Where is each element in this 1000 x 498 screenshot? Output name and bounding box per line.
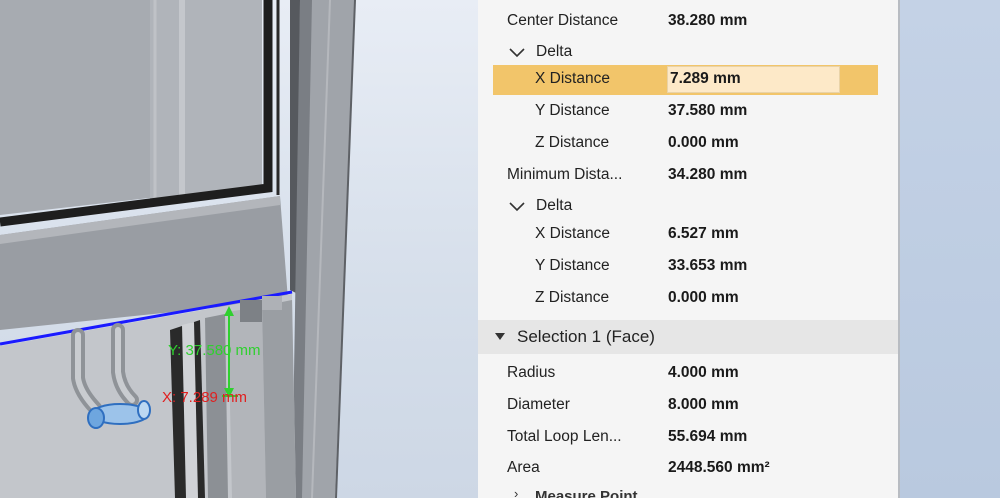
z-distance-row[interactable]: Z Distance 0.000 mm xyxy=(478,127,898,159)
y-distance-row[interactable]: Y Distance 33.653 mm xyxy=(478,250,898,282)
diameter-value: 8.000 mm xyxy=(668,396,739,413)
chevron-down-icon[interactable] xyxy=(509,48,525,58)
delta-label: Delta xyxy=(536,197,573,214)
x-distance-value: 6.527 mm xyxy=(668,225,739,242)
total-loop-length-label: Total Loop Len... xyxy=(507,428,622,445)
minimum-distance-row[interactable]: Minimum Dista... 34.280 mm xyxy=(478,159,898,191)
y-distance-value: 37.580 mm xyxy=(668,102,748,119)
z-distance-value: 0.000 mm xyxy=(668,134,739,151)
radius-value: 4.000 mm xyxy=(668,364,739,381)
x-distance-label: X Distance xyxy=(535,225,610,242)
diameter-row[interactable]: Diameter 8.000 mm xyxy=(478,389,898,421)
center-distance-label: Center Distance xyxy=(507,12,619,29)
chevron-right-icon[interactable]: › xyxy=(514,486,518,498)
z-distance-row[interactable]: Z Distance 0.000 mm xyxy=(478,282,898,314)
selection-section-header[interactable]: Selection 1 (Face) xyxy=(478,320,898,354)
minimum-distance-value: 34.280 mm xyxy=(668,166,748,183)
x-distance-value[interactable]: 7.289 mm xyxy=(670,70,741,88)
x-distance-label: X Distance xyxy=(535,70,610,87)
y-distance-label: Y Distance xyxy=(535,257,610,274)
delta-label: Delta xyxy=(536,43,573,60)
measure-point-row[interactable]: › Measure Point xyxy=(478,482,898,498)
x-distance-row-selected[interactable]: X Distance 7.289 mm xyxy=(478,63,898,95)
chevron-down-icon[interactable] xyxy=(509,202,525,212)
panel-divider xyxy=(898,0,900,498)
minimum-distance-label: Minimum Dista... xyxy=(507,166,623,183)
collapse-triangle-icon[interactable] xyxy=(495,333,505,340)
y-distance-value: 33.653 mm xyxy=(668,257,748,274)
total-loop-length-row[interactable]: Total Loop Len... 55.694 mm xyxy=(478,421,898,453)
z-distance-value: 0.000 mm xyxy=(668,289,739,306)
x-distance-row[interactable]: X Distance 6.527 mm xyxy=(478,218,898,250)
measure-properties-panel: Center Distance 38.280 mm Delta X Distan… xyxy=(478,0,898,498)
measure-point-label: Measure Point xyxy=(535,488,638,498)
center-distance-value: 38.280 mm xyxy=(668,12,748,29)
total-loop-length-value: 55.694 mm xyxy=(668,428,748,445)
area-value: 2448.560 mm² xyxy=(668,459,770,476)
z-distance-label: Z Distance xyxy=(535,134,610,151)
y-distance-label: Y Distance xyxy=(535,102,610,119)
radius-row[interactable]: Radius 4.000 mm xyxy=(478,357,898,389)
area-label: Area xyxy=(507,459,540,476)
diameter-label: Diameter xyxy=(507,396,570,413)
radius-label: Radius xyxy=(507,364,556,381)
model-render[interactable] xyxy=(0,0,478,498)
center-distance-row[interactable]: Center Distance 38.280 mm xyxy=(478,5,898,37)
selection-title: Selection 1 (Face) xyxy=(517,327,655,346)
area-row[interactable]: Area 2448.560 mm² xyxy=(478,452,898,484)
x-dimension-label: X: 7.289 mm xyxy=(162,389,248,406)
background-gutter xyxy=(898,0,1000,498)
y-dimension-label: Y: 37.580 mm xyxy=(168,342,261,359)
3d-viewport[interactable]: Y: 37.580 mm X: 7.289 mm xyxy=(0,0,478,498)
z-distance-label: Z Distance xyxy=(535,289,610,306)
y-distance-row[interactable]: Y Distance 37.580 mm xyxy=(478,95,898,127)
